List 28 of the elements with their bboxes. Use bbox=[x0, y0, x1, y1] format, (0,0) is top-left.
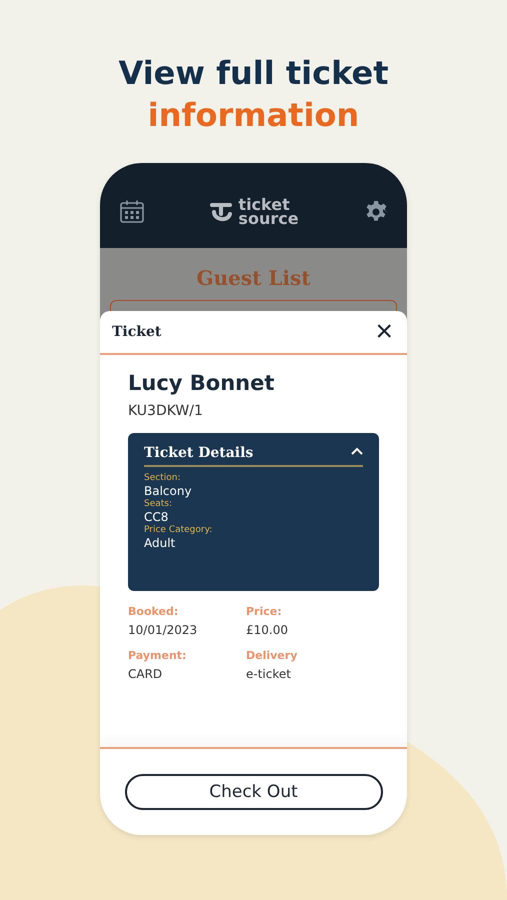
details-title: Ticket Details bbox=[144, 445, 254, 461]
settings-icon[interactable] bbox=[364, 200, 388, 224]
field-label: Price Category: bbox=[144, 525, 214, 535]
logo-text: source bbox=[238, 212, 299, 226]
field-value: 10/01/2023 bbox=[128, 623, 198, 637]
field-value: Adult bbox=[144, 535, 176, 551]
field-label: Seats: bbox=[144, 499, 174, 509]
field-label: Section: bbox=[144, 473, 182, 483]
guest-name: Lucy Bonnet bbox=[128, 371, 276, 395]
headline-highlight: information bbox=[148, 95, 360, 136]
sheet-title: Ticket bbox=[112, 324, 162, 340]
field-value: Balcony bbox=[144, 483, 193, 499]
field-label: Booked: bbox=[128, 605, 180, 618]
field-value: CARD bbox=[128, 667, 164, 681]
logo-text: ticket bbox=[238, 198, 291, 212]
field-label: Delivery bbox=[246, 649, 298, 662]
field-value: CC8 bbox=[144, 509, 170, 525]
close-button[interactable]: × bbox=[373, 317, 395, 347]
field-label: Price: bbox=[246, 605, 283, 618]
field-value: e-ticket bbox=[246, 667, 292, 681]
page-title: Guest List bbox=[196, 266, 310, 290]
headline: View full ticket bbox=[118, 53, 388, 94]
field-label: Payment: bbox=[128, 649, 188, 662]
field-value: £10.00 bbox=[246, 623, 289, 637]
calendar-icon[interactable] bbox=[119, 198, 145, 224]
check-out-button[interactable]: Check Out bbox=[124, 774, 382, 810]
ticket-reference: KU3DKW/1 bbox=[128, 403, 204, 419]
chevron-up-icon[interactable] bbox=[351, 447, 363, 455]
